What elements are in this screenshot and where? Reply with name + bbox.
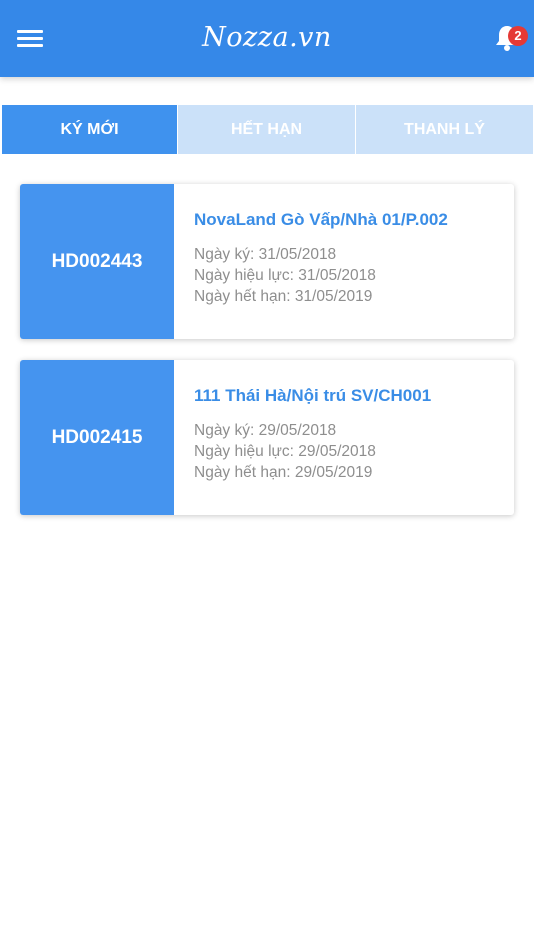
contract-card[interactable]: HD002443 NovaLand Gò Vấp/Nhà 01/P.002 Ng… [20, 184, 514, 339]
notification-badge: 2 [508, 26, 528, 46]
notification-button[interactable]: 2 [494, 22, 528, 54]
contract-effective-date: Ngày hiệu lực: 31/05/2018 [194, 267, 376, 284]
contract-title: NovaLand Gò Vấp/Nhà 01/P.002 [194, 210, 448, 229]
contract-sign-date: Ngày ký: 31/05/2018 [194, 246, 337, 263]
top-header: Nozza.vn 2 [0, 0, 534, 77]
contract-effective-date: Ngày hiệu lực: 29/05/2018 [194, 443, 376, 460]
contract-expiry-date: Ngày hết hạn: 29/05/2019 [194, 464, 373, 481]
tab-expired-contracts[interactable]: HẾT HẠN [178, 105, 355, 154]
contract-card[interactable]: HD002415 111 Thái Hà/Nội trú SV/CH001 Ng… [20, 360, 514, 515]
tab-new-contracts[interactable]: KÝ MỚI [2, 105, 177, 154]
contract-code: HD002443 [20, 184, 174, 339]
app-screen: Nozza.vn 2 KÝ MỚI HẾT HẠN THANH LÝ HD002… [0, 0, 534, 950]
app-logo: Nozza.vn [202, 22, 332, 53]
contract-title: 111 Thái Hà/Nội trú SV/CH001 [194, 386, 432, 405]
contract-expiry-date: Ngày hết hạn: 31/05/2019 [194, 288, 373, 305]
contract-tabs: KÝ MỚI HẾT HẠN THANH LÝ [2, 105, 533, 154]
contract-sign-date: Ngày ký: 29/05/2018 [194, 422, 337, 439]
tab-liquidated-contracts[interactable]: THANH LÝ [356, 105, 533, 154]
contract-code: HD002415 [20, 360, 174, 515]
